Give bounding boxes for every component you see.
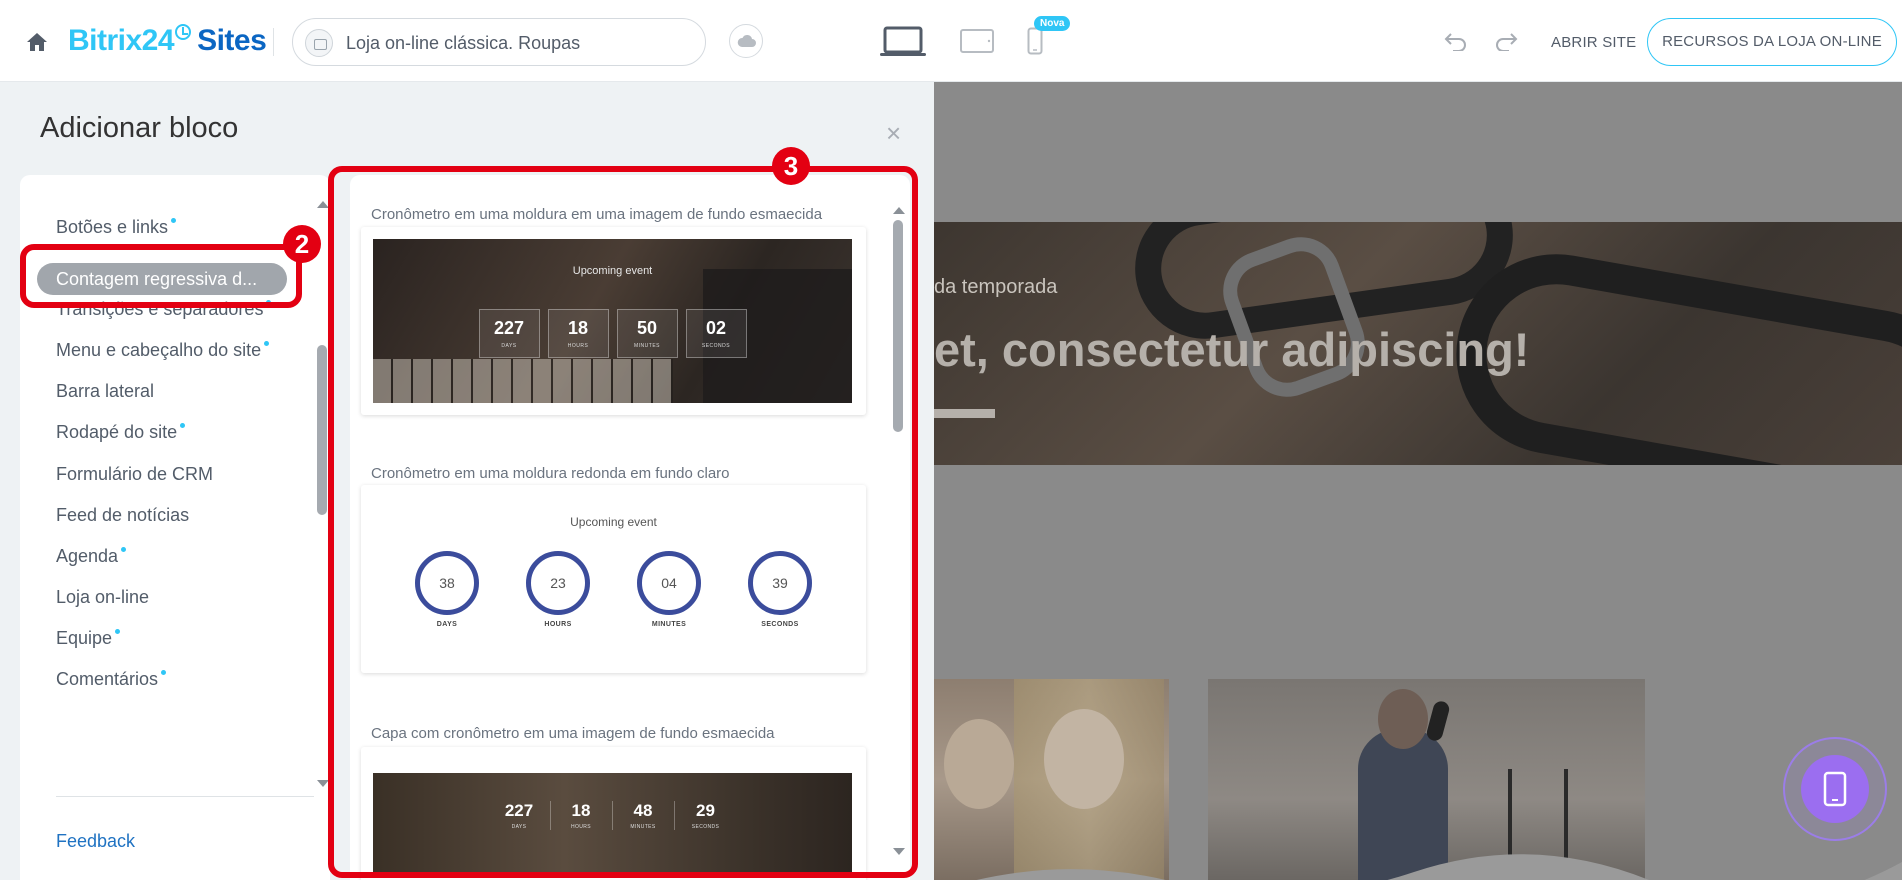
wave-divider <box>976 854 1902 880</box>
hero-title: et, consectetur adipiscing! <box>934 323 1530 376</box>
category-agenda[interactable]: Agenda <box>56 546 127 567</box>
cloud-icon[interactable] <box>729 24 763 58</box>
category-buttons-links[interactable]: Botões e links <box>56 217 177 238</box>
site-thumbnail-icon <box>305 29 333 57</box>
new-dot-icon <box>121 547 127 552</box>
category-scrollbar[interactable] <box>317 345 327 515</box>
logo-brand: Bitrix24 <box>68 24 175 57</box>
category-news-feed[interactable]: Feed de notícias <box>56 505 189 526</box>
category-sidebar[interactable]: Barra lateral <box>56 381 154 402</box>
photo-women <box>934 679 1169 880</box>
tablet-view-icon[interactable] <box>959 28 995 59</box>
desktop-view-icon[interactable] <box>879 26 927 63</box>
mobile-view-icon[interactable] <box>1027 27 1043 60</box>
redo-icon[interactable] <box>1493 31 1519 56</box>
annotation-badge-3: 3 <box>772 147 810 185</box>
site-selector[interactable]: Loja on-line clássica. Roupas <box>292 18 706 66</box>
feedback-link[interactable]: Feedback <box>56 831 135 852</box>
undo-icon[interactable] <box>1443 31 1469 56</box>
hero-subtitle: da temporada <box>934 276 1058 298</box>
new-dot-icon <box>264 341 270 346</box>
annotation-frame-2 <box>20 244 302 308</box>
site-name: Loja on-line clássica. Roupas <box>346 33 581 53</box>
annotation-badge-2: 2 <box>283 225 321 263</box>
hero-banner: da temporada et, consectetur adipiscing! <box>934 222 1902 465</box>
new-badge: Nova <box>1034 16 1071 31</box>
category-crm-form[interactable]: Formulário de CRM <box>56 464 213 485</box>
new-dot-icon <box>161 670 167 675</box>
category-comments[interactable]: Comentários <box>56 669 167 690</box>
new-dot-icon <box>115 629 121 634</box>
open-site-link[interactable]: ABRIR SITE <box>1551 34 1636 51</box>
category-online-store[interactable]: Loja on-line <box>56 587 149 608</box>
new-dot-icon <box>180 423 186 428</box>
hero-underline <box>934 409 995 418</box>
annotation-frame-3 <box>328 166 918 878</box>
home-icon[interactable] <box>26 32 48 52</box>
store-resources-button[interactable]: RECURSOS DA LOJA ON-LINE <box>1647 18 1897 66</box>
divider <box>273 28 274 56</box>
phone-icon <box>1823 771 1847 807</box>
close-icon[interactable]: × <box>886 120 901 146</box>
divider <box>56 796 314 797</box>
new-dot-icon <box>171 218 177 223</box>
photo-speaker <box>1208 679 1645 880</box>
category-menu-header[interactable]: Menu e cabeçalho do site <box>56 340 270 361</box>
category-team[interactable]: Equipe <box>56 628 121 649</box>
bitrix24-sites-logo[interactable]: Bitrix24 Sites <box>68 24 267 58</box>
site-preview-background: da temporada et, consectetur adipiscing! <box>934 82 1902 880</box>
logo-product: Sites <box>197 24 267 57</box>
mobile-preview-button[interactable] <box>1783 737 1887 841</box>
top-bar: Bitrix24 Sites Loja on-line clássica. Rou… <box>0 0 1902 82</box>
logo-clock-icon <box>175 24 192 40</box>
category-footer[interactable]: Rodapé do site <box>56 422 186 443</box>
panel-title: Adicionar bloco <box>40 112 239 144</box>
